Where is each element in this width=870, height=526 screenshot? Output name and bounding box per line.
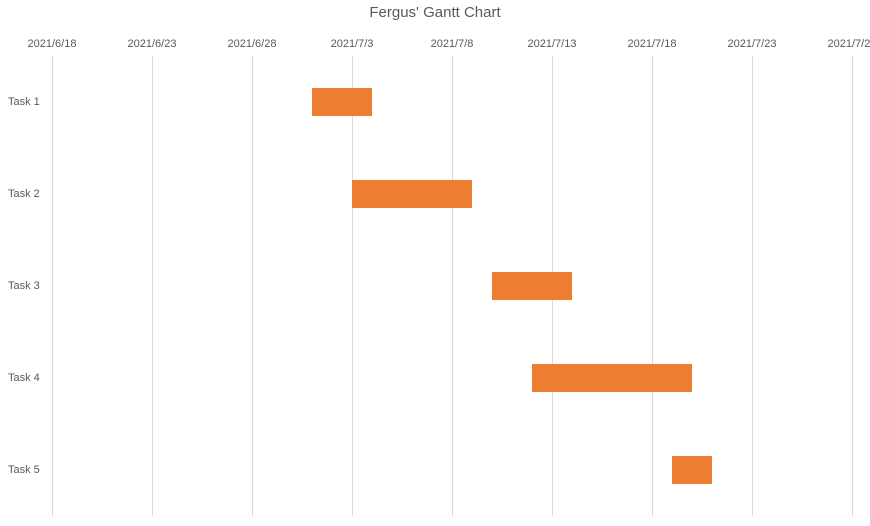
plot-area [52,56,852,516]
x-axis-tick: 2021/6/23 [128,38,177,50]
gantt-bar [672,456,712,484]
y-axis-tick: Task 3 [8,280,40,292]
chart-title: Fergus' Gantt Chart [0,4,870,21]
y-axis-tick: Task 4 [8,372,40,384]
y-axis-tick: Task 1 [8,96,40,108]
x-axis-tick: 2021/7/18 [628,38,677,50]
x-axis-tick: 2021/7/3 [331,38,374,50]
gridline [352,56,353,516]
gridline [152,56,153,516]
x-axis-tick: 2021/6/18 [28,38,77,50]
gridline [52,56,53,516]
gantt-bar [312,88,372,116]
gridline [252,56,253,516]
x-axis-tick: 2021/6/28 [228,38,277,50]
gantt-chart: Fergus' Gantt Chart 2021/6/18 2021/6/23 20… [0,0,870,526]
gridline [652,56,653,516]
gantt-bar [532,364,692,392]
x-axis-tick: 2021/7/8 [431,38,474,50]
gridline [752,56,753,516]
gridline [452,56,453,516]
gridline [852,56,853,516]
gantt-bar [492,272,572,300]
gantt-bar [352,180,472,208]
x-axis-tick: 2021/7/13 [528,38,577,50]
x-axis-tick: 2021/7/28 [828,38,870,50]
x-axis-tick: 2021/7/23 [728,38,777,50]
y-axis-tick: Task 2 [8,188,40,200]
y-axis-tick: Task 5 [8,464,40,476]
